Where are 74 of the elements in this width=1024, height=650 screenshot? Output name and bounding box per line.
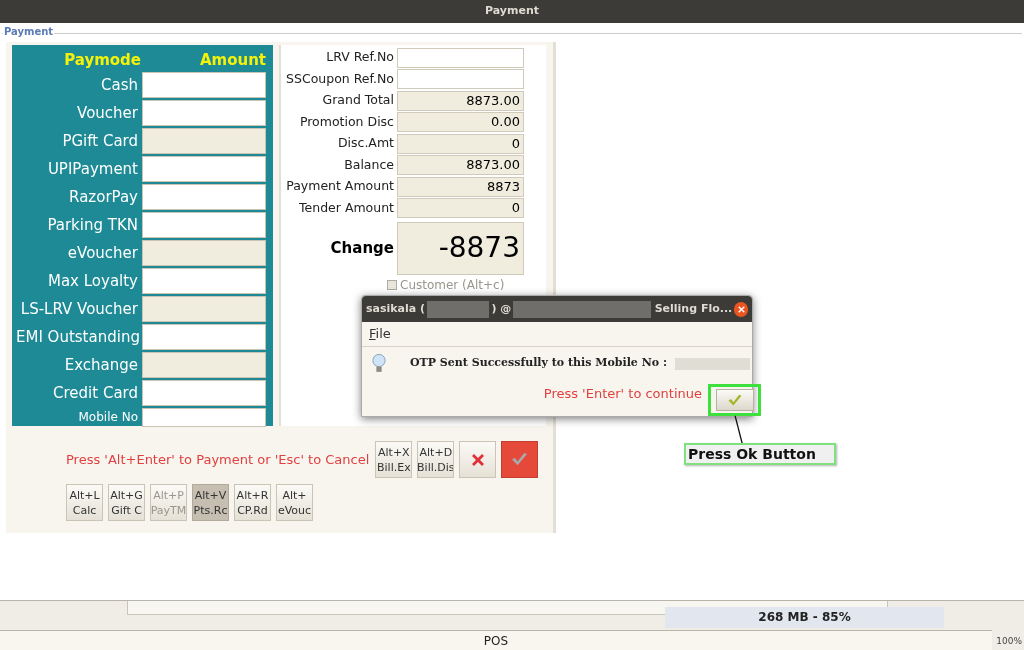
input-field[interactable] xyxy=(397,47,524,68)
value-field: 0 xyxy=(397,133,524,154)
paymode-label: eVoucher xyxy=(66,242,139,264)
value-field: 8873.00 xyxy=(397,155,524,176)
paymode-label: Cash xyxy=(100,74,139,96)
dialog-prompt: Press 'Enter' to continue xyxy=(543,385,702,403)
summary-label: Promotion Disc xyxy=(298,112,395,131)
shortcut-button[interactable]: Alt+V Pts.Rc xyxy=(192,484,229,521)
redacted-block xyxy=(427,300,490,318)
zoom-level: 100% xyxy=(996,635,1022,648)
summary-label: Grand Total xyxy=(321,91,395,110)
amount-field[interactable] xyxy=(142,212,266,238)
dialog-message: OTP Sent Successfully to this Mobile No : xyxy=(410,355,667,372)
paymode-label: PGift Card xyxy=(61,130,139,152)
paymode-label: LS-LRV Voucher xyxy=(19,298,139,320)
summary-label: LRV Ref.No xyxy=(325,48,395,67)
summary-label: Disc.Amt xyxy=(336,134,395,153)
shortcut-button[interactable]: Alt+ eVouc xyxy=(276,484,313,521)
column-header: Paymode xyxy=(63,49,141,71)
amount-field[interactable] xyxy=(142,72,266,98)
paymode-label: Credit Card xyxy=(52,382,139,404)
change-value: -8873 xyxy=(397,221,524,275)
amount-field[interactable] xyxy=(142,240,266,266)
amount-field[interactable] xyxy=(142,268,266,294)
change-label: Change xyxy=(329,237,395,259)
amount-field[interactable] xyxy=(142,184,266,210)
dialog-title: ) @ xyxy=(491,300,512,317)
amount-field[interactable] xyxy=(142,352,266,378)
paymode-label: EMI Outstanding xyxy=(16,326,141,348)
memory-indicator: 268 MB - 85% xyxy=(665,607,944,628)
amount-field[interactable] xyxy=(142,407,266,427)
value-field: 0.00 xyxy=(397,112,524,133)
menu-item[interactable]: File xyxy=(369,324,391,344)
paymode-label: UPIPayment xyxy=(46,158,139,180)
amount-field[interactable] xyxy=(142,324,266,350)
dialog-title: sasikala ( xyxy=(366,300,426,317)
shortcut-button[interactable]: Alt+D Bill.Dis xyxy=(417,441,455,478)
summary-label: Tender Amount xyxy=(298,198,395,217)
dialog-title: Selling Flo... xyxy=(654,300,733,317)
paymode-label: Max Loyalty xyxy=(46,270,139,292)
value-field: 8873 xyxy=(397,176,524,197)
amount-field[interactable] xyxy=(142,380,266,406)
amount-field[interactable] xyxy=(142,296,266,322)
value-field: 0 xyxy=(397,198,524,219)
summary-label: Balance xyxy=(343,155,395,174)
shortcut-button[interactable]: Alt+R CP.Rd xyxy=(234,484,271,521)
shortcut-button[interactable]: Alt+X Bill.Ex xyxy=(375,441,413,478)
paymode-label: Voucher xyxy=(76,102,139,124)
paymode-label: Exchange xyxy=(63,354,139,376)
window-title: Payment xyxy=(0,0,1024,23)
ok-button[interactable] xyxy=(715,389,754,411)
cancel-button[interactable] xyxy=(459,441,497,478)
paymode-label: Mobile No xyxy=(77,409,139,426)
confirm-button[interactable] xyxy=(501,441,539,478)
paymode-label: RazorPay xyxy=(68,186,139,208)
paymode-label: Parking TKN xyxy=(46,214,139,236)
value-field: 8873.00 xyxy=(397,90,524,111)
group-label: Payment xyxy=(3,24,55,39)
amount-field[interactable] xyxy=(142,156,266,182)
close-icon xyxy=(737,305,745,313)
column-header: Amount xyxy=(198,49,266,71)
checkbox-label: Customer (Alt+c) xyxy=(400,277,505,294)
shortcut-button[interactable]: Alt+G Gift C xyxy=(108,484,145,521)
lightbulb-icon xyxy=(372,352,386,375)
status-text: POS xyxy=(483,632,509,650)
callout-label: Press Ok Button xyxy=(684,443,836,465)
input-field[interactable] xyxy=(397,69,524,90)
amount-field[interactable] xyxy=(142,128,266,154)
close-button[interactable] xyxy=(734,301,748,317)
amount-field[interactable] xyxy=(142,100,266,126)
summary-label: Payment Amount xyxy=(285,177,395,196)
hint-text: Press 'Alt+Enter' to Payment or 'Esc' to Cancel xyxy=(66,450,370,469)
shortcut-button[interactable]: Alt+L Calc xyxy=(66,484,103,521)
summary-label: SSCoupon Ref.No xyxy=(285,69,395,88)
